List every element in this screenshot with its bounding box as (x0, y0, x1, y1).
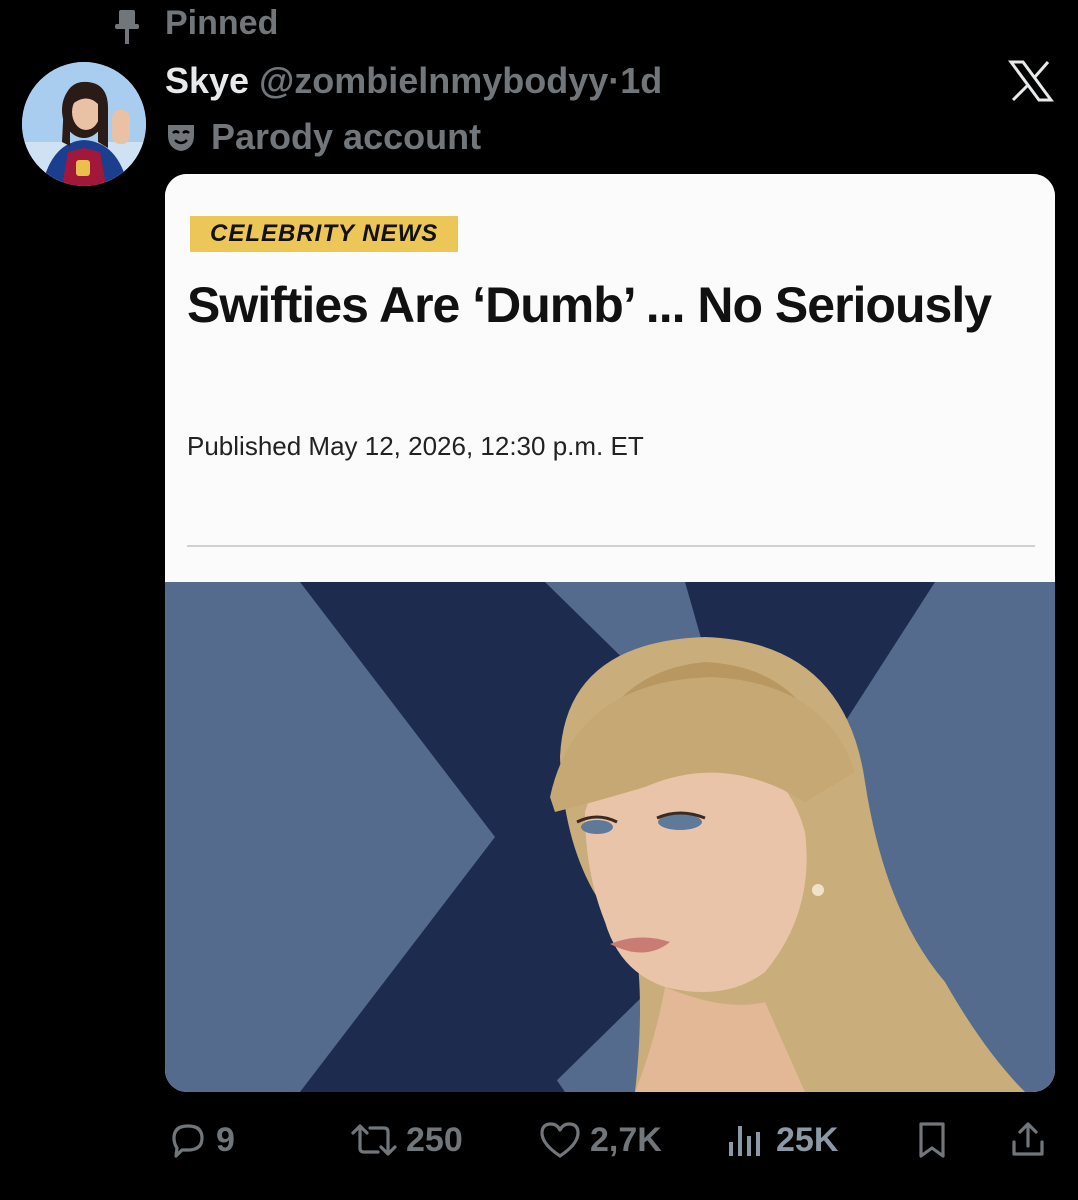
analytics-icon (729, 1126, 760, 1156)
pinned-label: Pinned (165, 4, 279, 42)
media-card[interactable]: CELEBRITY NEWS Swifties Are ‘Dumb’ ... N… (165, 174, 1055, 1092)
display-name[interactable]: Skye (165, 60, 249, 101)
parody-account-label: Parody account (211, 116, 482, 157)
separator-dot: · (608, 60, 621, 101)
parody-label-row: Parody account (165, 116, 481, 158)
view-count: 25K (776, 1120, 839, 1159)
pin-icon (115, 10, 139, 44)
repost-count: 250 (406, 1120, 463, 1159)
heart-icon (540, 1122, 580, 1158)
avatar[interactable] (22, 62, 146, 186)
reply-count: 9 (216, 1120, 235, 1159)
bookmark-button[interactable] (912, 1118, 952, 1162)
post-header: Skye @zombielnmybodyy·1d (165, 60, 662, 102)
post-time[interactable]: 1d (620, 60, 662, 101)
repost-icon (351, 1124, 397, 1156)
reply-icon (172, 1124, 204, 1158)
mask-icon (168, 125, 194, 151)
like-count: 2,7K (590, 1120, 662, 1159)
article-screenshot-header: CELEBRITY NEWS Swifties Are ‘Dumb’ ... N… (165, 174, 1055, 582)
bookmark-icon (919, 1122, 945, 1158)
repost-button[interactable]: 250 (350, 1118, 463, 1162)
category-badge: CELEBRITY NEWS (190, 216, 459, 252)
reply-button[interactable]: 9 (168, 1118, 235, 1162)
article-photo (165, 582, 1055, 1092)
share-button[interactable] (1008, 1118, 1048, 1162)
divider (187, 545, 1035, 547)
article-headline: Swifties Are ‘Dumb’ ... No Seriously (187, 277, 992, 333)
published-date: Published May 12, 2026, 12:30 p.m. ET (187, 431, 644, 461)
user-handle[interactable]: @zombielnmybodyy (259, 60, 608, 101)
share-icon (1012, 1122, 1044, 1156)
like-button[interactable]: 2,7K (538, 1118, 662, 1162)
views-button[interactable]: 25K (724, 1118, 838, 1162)
x-logo (1008, 60, 1054, 102)
